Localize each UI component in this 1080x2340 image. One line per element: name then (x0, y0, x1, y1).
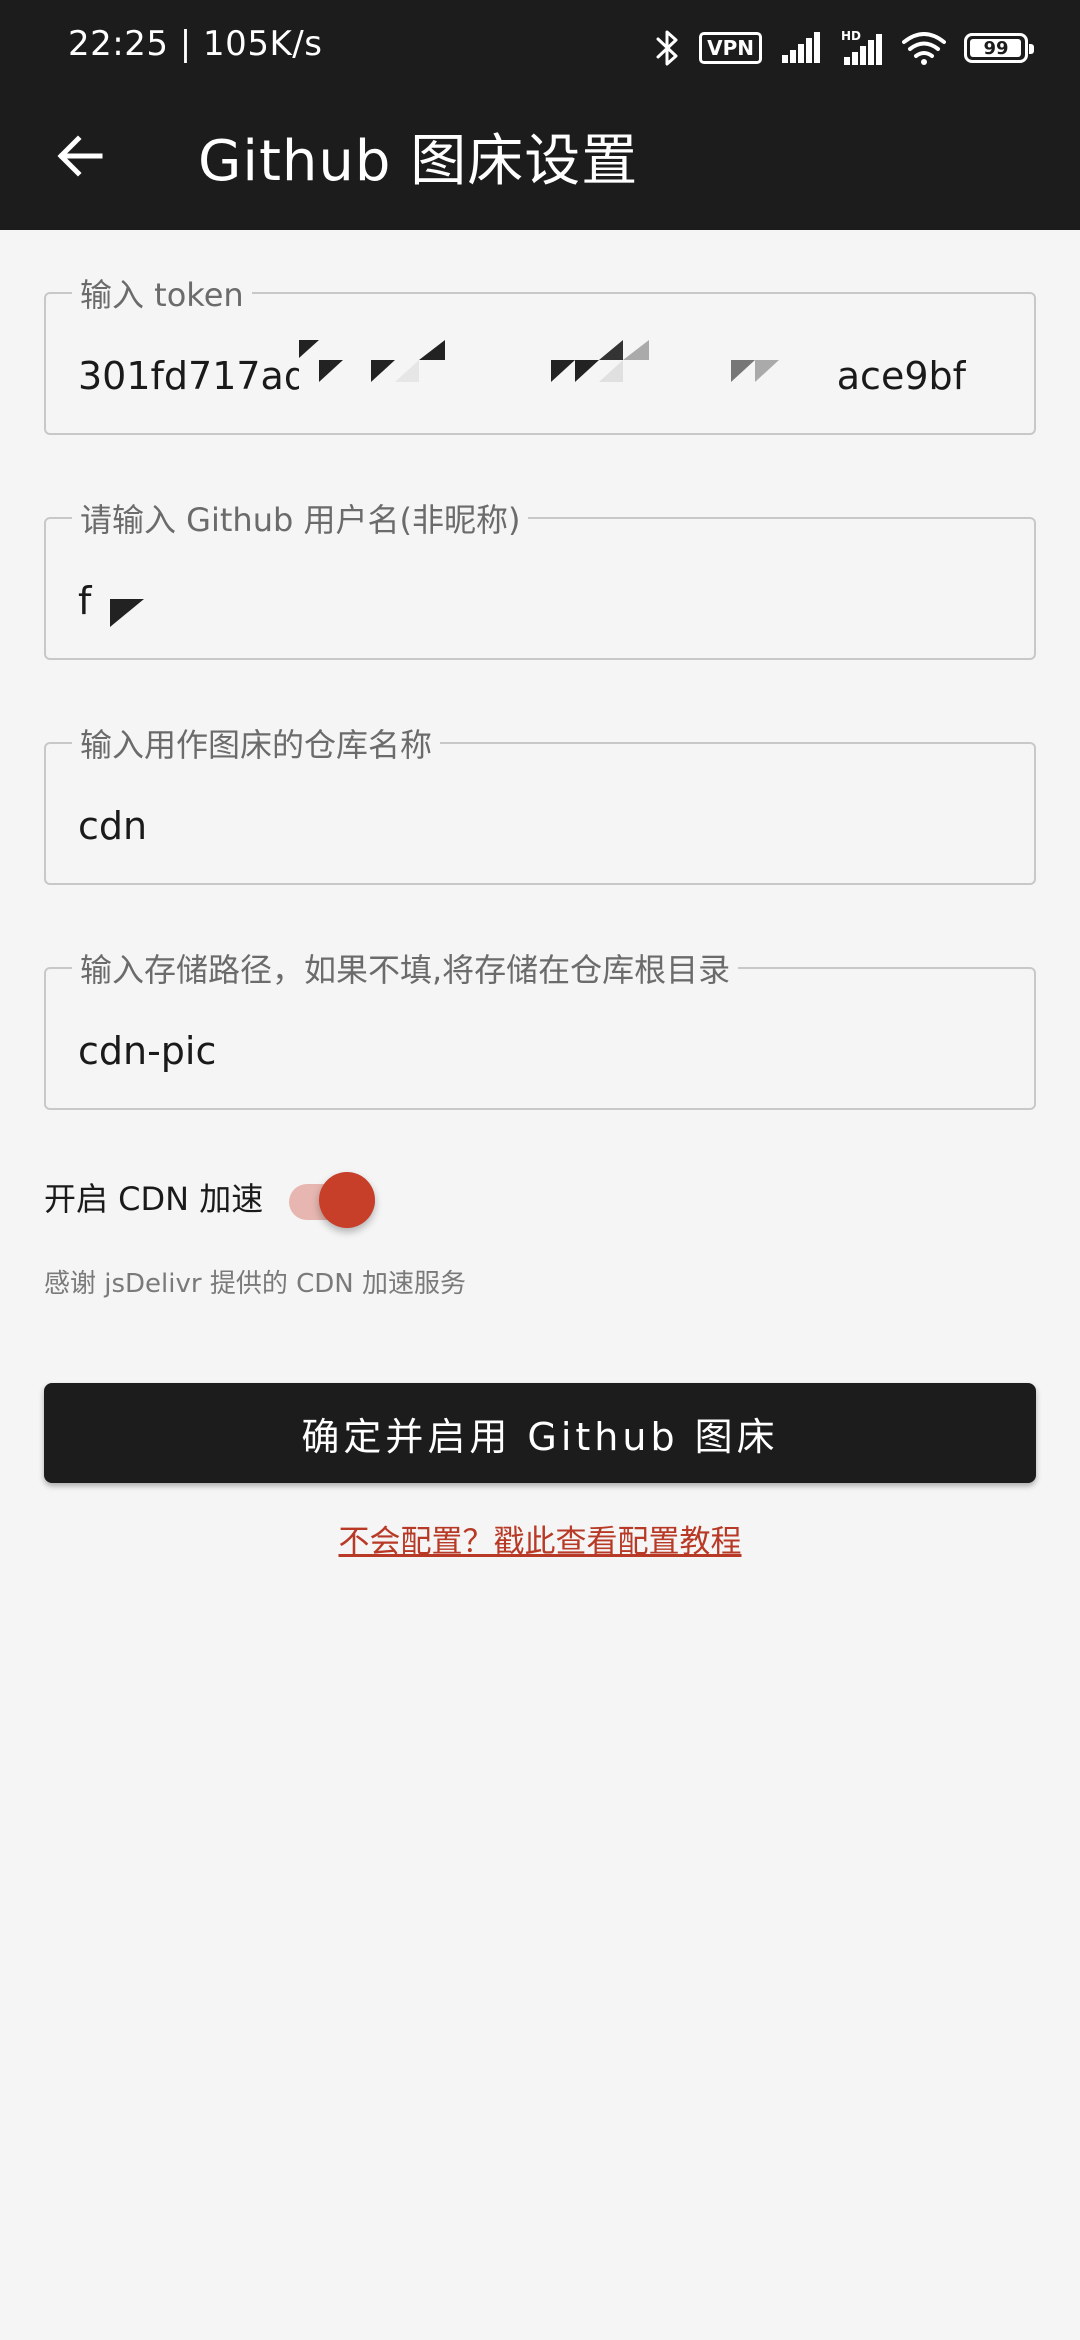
redaction-mask (102, 585, 162, 635)
cdn-toggle-switch[interactable] (289, 1166, 379, 1228)
cdn-toggle-label: 开启 CDN 加速 (44, 1180, 264, 1218)
token-field[interactable]: 输入 token 301fd717ad ace9bf (44, 270, 1036, 435)
app-bar: Github 图床设置 (0, 96, 1080, 230)
token-label: 输入 token (80, 276, 244, 314)
help-tutorial-link[interactable]: 不会配置？戳此查看配置教程 (339, 1524, 742, 1560)
help-link-row: 不会配置？戳此查看配置教程 (0, 1516, 1080, 1561)
switch-thumb (319, 1172, 376, 1228)
svg-text:HD: HD (841, 29, 861, 43)
back-button[interactable] (40, 118, 120, 198)
username-value: f (78, 579, 92, 623)
repo-field[interactable]: 输入用作图床的仓库名称 cdn (44, 720, 1036, 885)
page-title: Github 图床设置 (198, 129, 639, 194)
username-input[interactable]: f (78, 579, 1006, 623)
path-label: 输入存储路径，如果不填,将存储在仓库根目录 (80, 951, 731, 989)
vpn-icon: VPN (699, 32, 762, 64)
username-field[interactable]: 请输入 Github 用户名(非昵称) f (44, 495, 1036, 660)
cdn-toggle-row: 开启 CDN 加速 (44, 1162, 379, 1232)
status-time: 22:25 | 105K/s (68, 24, 323, 64)
wifi-icon (902, 30, 946, 66)
cdn-credit-text: 感谢 jsDelivr 提供的 CDN 加速服务 (44, 1269, 466, 1299)
battery-level: 99 (983, 37, 1009, 59)
token-value-end: ace9bf (836, 354, 966, 398)
status-icons: VPN HD 99 (655, 28, 1034, 68)
token-value-start: 301fd717ad (78, 354, 308, 398)
bluetooth-icon (655, 29, 681, 67)
hd-signal-icon: HD (840, 29, 884, 67)
username-label: 请输入 Github 用户名(非昵称) (80, 501, 521, 539)
status-bar: 22:25 | 105K/s VPN HD 99 (0, 0, 1080, 96)
confirm-enable-button[interactable]: 确定并启用 Github 图床 (44, 1383, 1036, 1483)
battery-icon: 99 (964, 33, 1034, 63)
repo-input[interactable]: cdn (78, 804, 1006, 848)
path-value: cdn-pic (78, 1029, 217, 1073)
signal-icon (780, 31, 822, 65)
repo-label: 输入用作图床的仓库名称 (80, 726, 433, 764)
repo-value: cdn (78, 804, 148, 848)
redaction-mask (299, 330, 779, 402)
arrow-left-icon (54, 130, 106, 186)
path-input[interactable]: cdn-pic (78, 1029, 1006, 1073)
path-field[interactable]: 输入存储路径，如果不填,将存储在仓库根目录 cdn-pic (44, 945, 1036, 1110)
token-value-end-wrap: ace9bf (837, 354, 966, 398)
